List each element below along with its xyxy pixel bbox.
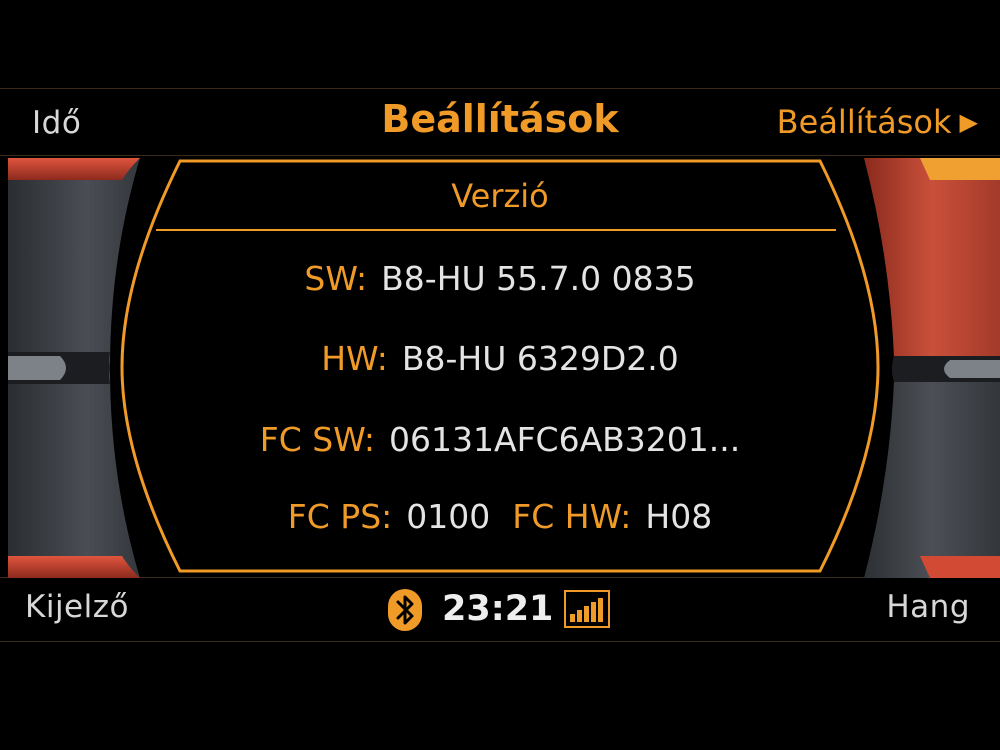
fc-sw-row: FC SW: 06131AFC6AB3201...: [0, 423, 1000, 456]
fc-ps-label: FC PS:: [287, 497, 393, 536]
fc-ps-hw-row: FC PS: 0100 FC HW: H08: [0, 500, 1000, 533]
softkey-settings-label: Beállítások: [776, 103, 952, 141]
status-bar: 23:21: [0, 587, 1000, 633]
signal-strength-icon: [564, 590, 610, 628]
bottom-divider: [0, 641, 1000, 642]
fc-ps-value: 0100: [406, 497, 491, 536]
fc-sw-value: 06131AFC6AB3201...: [389, 420, 741, 459]
header-divider: [0, 155, 1000, 156]
fc-sw-label: FC SW:: [259, 420, 376, 459]
panel-title: Verzió: [451, 177, 549, 215]
bluetooth-icon: [388, 589, 422, 631]
clock: 23:21: [442, 589, 554, 629]
fc-hw-label: FC HW:: [512, 497, 632, 536]
sw-row: SW: B8-HU 55.7.0 0835: [0, 262, 1000, 295]
hw-value: B8-HU 6329D2.0: [401, 339, 679, 378]
top-divider: [0, 88, 1000, 89]
fc-hw-value: H08: [645, 497, 713, 536]
hw-row: HW: B8-HU 6329D2.0: [0, 342, 1000, 375]
chevron-right-icon: ▶: [959, 108, 978, 136]
sw-value: B8-HU 55.7.0 0835: [381, 259, 696, 298]
footer-divider: [0, 577, 1000, 578]
hw-label: HW:: [321, 339, 388, 378]
sw-label: SW:: [304, 259, 368, 298]
softkey-settings[interactable]: Beállítások ▶: [777, 106, 978, 138]
